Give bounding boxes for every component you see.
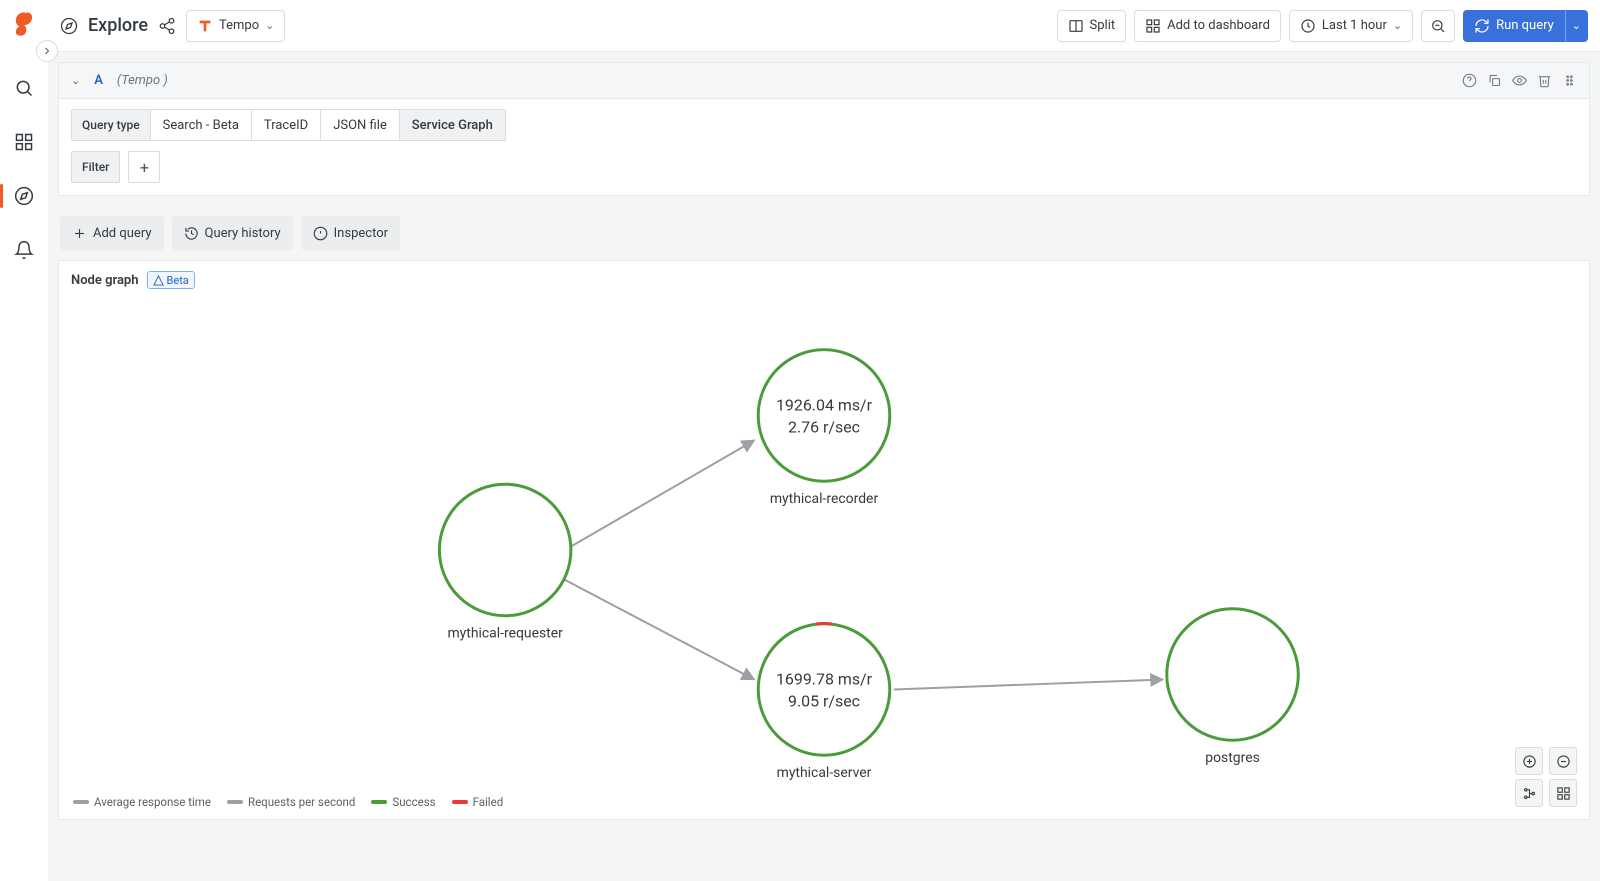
content: ⌄ A (Tempo ) Query type Search - BetaTra… — [48, 52, 1600, 881]
query-ds-name: (Tempo ) — [117, 73, 168, 88]
copy-icon[interactable] — [1487, 73, 1502, 88]
query-type-option[interactable]: TraceID — [252, 110, 321, 140]
query-editor: ⌄ A (Tempo ) Query type Search - BetaTra… — [58, 62, 1590, 196]
run-query-options[interactable]: ⌄ — [1565, 10, 1588, 42]
node-label: mythical-requester — [447, 626, 563, 642]
node-requester[interactable]: mythical-requester — [439, 484, 571, 641]
share-icon[interactable] — [158, 17, 176, 35]
filter-label: Filter — [71, 151, 120, 183]
zoom-out-time-button[interactable] — [1421, 10, 1455, 42]
node-label: postgres — [1205, 750, 1260, 766]
eye-icon[interactable] — [1512, 73, 1527, 88]
beta-badge: Beta — [147, 271, 195, 289]
query-history-button[interactable]: Query history — [172, 216, 293, 250]
zoom-out-button[interactable] — [1549, 747, 1577, 775]
explore-icon — [60, 17, 78, 35]
split-button[interactable]: Split — [1057, 10, 1127, 42]
nav-alerting[interactable] — [0, 232, 47, 268]
query-type-row: Query type Search - BetaTraceIDJSON file… — [71, 109, 1577, 141]
edge[interactable] — [565, 440, 754, 550]
chevron-down-icon: ⌄ — [265, 19, 274, 32]
add-to-dashboard-button[interactable]: Add to dashboard — [1134, 10, 1281, 42]
datasource-picker[interactable]: Tempo ⌄ — [186, 10, 285, 42]
nav-search[interactable] — [0, 70, 47, 106]
legend: Average response time Requests per secon… — [73, 795, 503, 809]
query-actions: Add query Query history Inspector — [58, 206, 1590, 260]
edge[interactable] — [894, 680, 1163, 690]
zoom-in-button[interactable] — [1515, 747, 1543, 775]
query-header: ⌄ A (Tempo ) — [59, 63, 1589, 99]
run-query-button[interactable]: Run query — [1463, 10, 1565, 42]
edge[interactable] — [565, 580, 754, 680]
grafana-logo[interactable] — [10, 10, 38, 42]
add-filter-button[interactable]: + — [128, 151, 160, 183]
toolbar: Explore Tempo ⌄ Split Add to dashboard L… — [48, 0, 1600, 52]
filter-row: Filter + — [71, 151, 1577, 183]
panel-title: Node graph — [71, 273, 139, 288]
drag-handle-icon[interactable] — [1562, 73, 1577, 88]
chevron-down-icon: ⌄ — [1393, 19, 1402, 32]
node-label: mythical-recorder — [770, 491, 879, 507]
node-stat-primary: 1926.04 ms/r — [776, 395, 873, 414]
layout-tree-button[interactable] — [1515, 779, 1543, 807]
query-type-option[interactable]: Service Graph — [400, 110, 505, 140]
query-type-option[interactable]: JSON file — [321, 110, 400, 140]
node-graph-canvas[interactable]: mythical-requester 1926.04 ms/r 2.76 r/s… — [59, 261, 1589, 819]
page-title: Explore — [88, 15, 148, 36]
layout-grid-button[interactable] — [1549, 779, 1577, 807]
node-recorder[interactable]: 1926.04 ms/r 2.76 r/sec mythical-recorde… — [758, 350, 890, 507]
trash-icon[interactable] — [1537, 73, 1552, 88]
sidebar — [0, 0, 48, 881]
query-ref[interactable]: A — [94, 73, 103, 88]
node-graph-panel: Node graph Beta — [58, 260, 1590, 820]
query-type-option[interactable]: Search - Beta — [151, 110, 252, 140]
nav-explore[interactable] — [0, 178, 47, 214]
query-type-label: Query type — [71, 109, 150, 141]
time-range-picker[interactable]: Last 1 hour ⌄ — [1289, 10, 1413, 42]
inspector-button[interactable]: Inspector — [301, 216, 400, 250]
sidebar-expand-button[interactable] — [36, 40, 58, 62]
collapse-toggle[interactable]: ⌄ — [71, 74, 80, 87]
node-postgres[interactable]: postgres — [1167, 609, 1299, 766]
add-query-button[interactable]: Add query — [60, 216, 164, 250]
query-type-selector: Search - BetaTraceIDJSON fileService Gra… — [150, 109, 506, 141]
node-server[interactable]: 1699.78 ms/r 9.05 r/sec mythical-server — [758, 624, 890, 782]
nav-dashboards[interactable] — [0, 124, 47, 160]
node-stat-secondary: 9.05 r/sec — [788, 691, 860, 710]
node-label: mythical-server — [777, 765, 872, 781]
node-stat-primary: 1699.78 ms/r — [776, 669, 873, 688]
datasource-name: Tempo — [219, 18, 259, 33]
help-icon[interactable] — [1462, 73, 1477, 88]
node-stat-secondary: 2.76 r/sec — [788, 417, 860, 436]
main: Explore Tempo ⌄ Split Add to dashboard L… — [48, 0, 1600, 881]
